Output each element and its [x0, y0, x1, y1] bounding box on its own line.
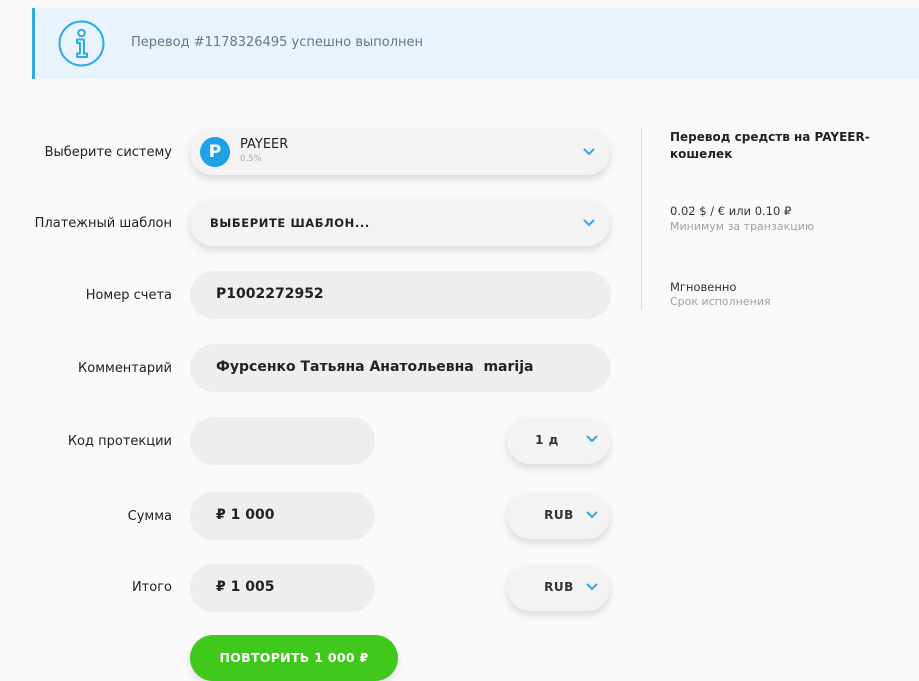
total-label: Итого: [131, 580, 172, 595]
chevron-down-icon: [583, 148, 595, 156]
comment-input[interactable]: Фурсенко Татьяна Анатольевна marija: [190, 344, 611, 392]
amount-currency-select[interactable]: RUB: [507, 493, 610, 539]
account-label: Номер счета: [85, 288, 172, 303]
system-name: PAYEER: [240, 137, 289, 152]
account-input[interactable]: P1002272952: [190, 271, 611, 319]
notice-text: Перевод #1178326495 успешно выполнен: [131, 35, 423, 50]
account-value: P1002272952: [216, 286, 324, 302]
repeat-transfer-button[interactable]: ПОВТОРИТЬ 1 000 ₽: [190, 635, 398, 681]
system-label: Выберите систему: [44, 145, 172, 160]
protection-label: Код протекции: [67, 434, 172, 449]
total-field: ₽ 1 005: [190, 564, 375, 612]
template-label: Платежный шаблон: [34, 216, 172, 231]
execution-time-value: Мгновенно: [670, 280, 737, 294]
amount-input[interactable]: ₽ 1 000: [190, 492, 375, 540]
logo-letter: P: [208, 142, 222, 162]
min-amount-value: 0.02 $ / € или 0.10 ₽: [670, 204, 792, 218]
repeat-transfer-label: ПОВТОРИТЬ 1 000 ₽: [219, 650, 369, 665]
chevron-down-icon: [583, 219, 595, 227]
sidebar-divider: [641, 128, 642, 310]
info-icon: [58, 20, 105, 67]
protection-period-value: 1 д: [535, 433, 559, 447]
protection-input[interactable]: [190, 417, 375, 465]
sidebar-title: Перевод средств на PAYEER-кошелек: [670, 130, 870, 161]
execution-time-label: Срок исполнения: [670, 295, 771, 308]
comment-label: Комментарий: [78, 361, 172, 376]
chevron-down-icon: [586, 583, 598, 591]
template-select[interactable]: ВЫБЕРИТЕ ШАБЛОН...: [190, 200, 610, 246]
amount-label: Сумма: [127, 509, 172, 524]
payeer-logo-icon: P: [200, 137, 230, 167]
chevron-down-icon: [586, 511, 598, 519]
total-value: ₽ 1 005: [216, 579, 275, 595]
protection-period-select[interactable]: 1 д: [507, 418, 610, 464]
comment-value: Фурсенко Татьяна Анатольевна marija: [216, 359, 534, 375]
success-notice: Перевод #1178326495 успешно выполнен: [32, 8, 919, 79]
template-value: ВЫБЕРИТЕ ШАБЛОН...: [210, 216, 370, 230]
min-amount-label: Минимум за транзакцию: [670, 220, 815, 233]
system-select[interactable]: P PAYEER 0.5%: [190, 129, 610, 175]
amount-value: ₽ 1 000: [216, 507, 275, 523]
total-currency-select[interactable]: RUB: [507, 565, 610, 611]
system-fee: 0.5%: [240, 154, 262, 164]
chevron-down-icon: [586, 435, 598, 443]
